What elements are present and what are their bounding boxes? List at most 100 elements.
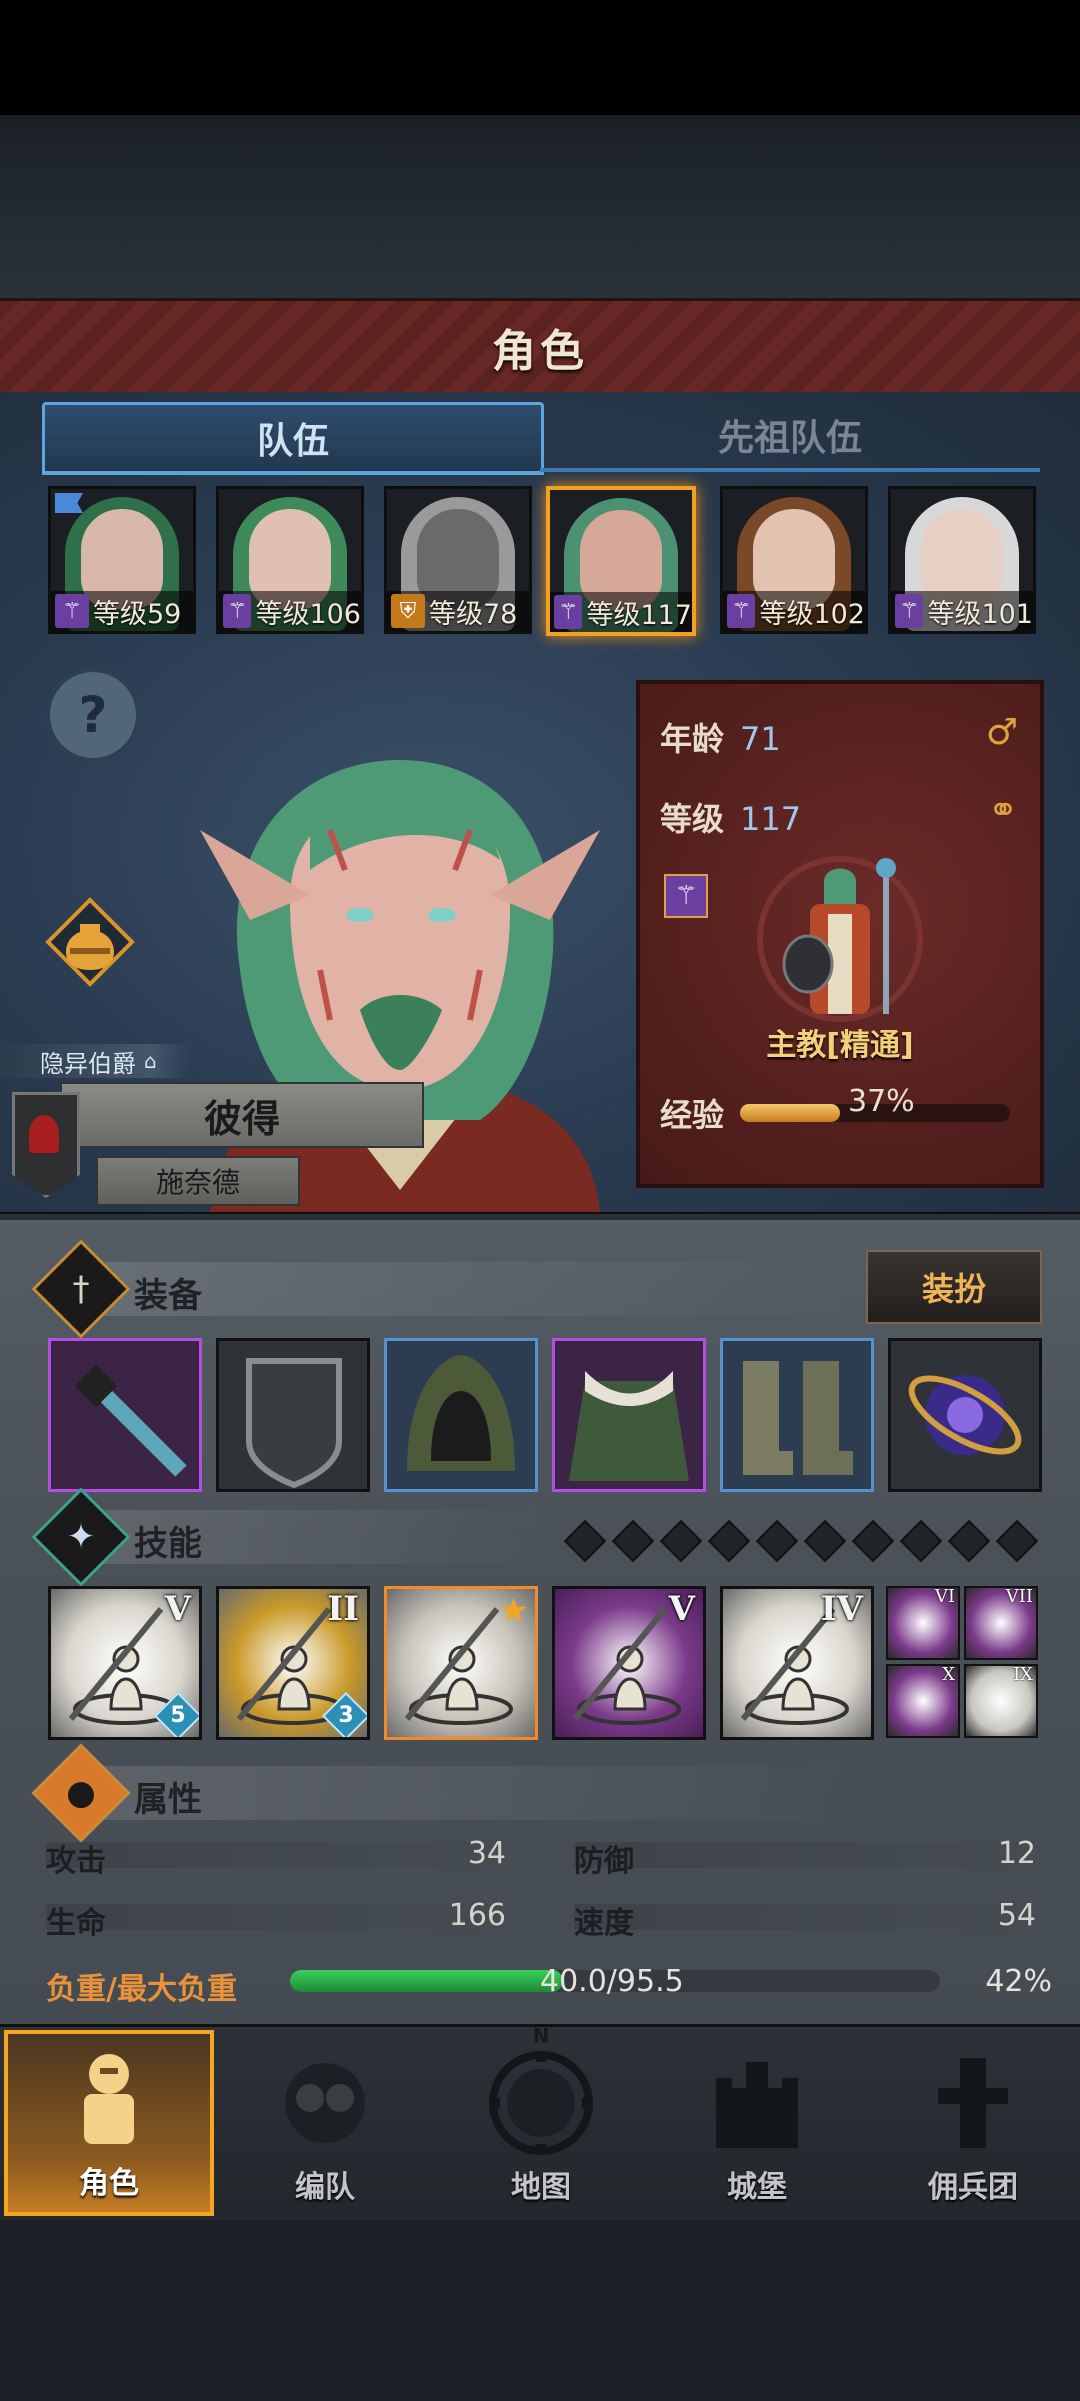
first-name-plate[interactable]: 彼得 — [60, 1082, 424, 1148]
passive-skill-rank: VII — [1005, 1586, 1033, 1607]
nav-item-label: 角色 — [79, 2166, 139, 2201]
class-icon: ⚚ — [55, 594, 89, 628]
skill-rank: V — [164, 1589, 191, 1629]
passive-skill-rank: VI — [934, 1586, 955, 1607]
party-member-portrait[interactable]: ⛨ 等级78 — [384, 486, 532, 634]
attack-value: 34 — [467, 1836, 506, 1871]
leader-flag-icon — [55, 493, 83, 513]
party-member-portrait[interactable]: ⚚ 等级117 — [546, 486, 696, 636]
bottom-filler — [0, 2220, 1080, 2401]
load-percent: 42% — [985, 1964, 1052, 1999]
home-icon: ⌂ — [144, 1049, 157, 1073]
hood-icon — [387, 1341, 535, 1489]
skill-rank: IV — [820, 1589, 863, 1629]
noble-title: 隐异伯爵 ⌂ — [0, 1044, 190, 1078]
nav-item-label: 地图 — [511, 2170, 571, 2205]
passive-skill-slot[interactable]: VI — [886, 1586, 960, 1660]
nav-item-label: 佣兵团 — [928, 2170, 1018, 2205]
status-bar-area — [0, 0, 1080, 115]
tab-ancestor-party[interactable]: 先祖队伍 — [540, 402, 1040, 472]
rings-icon[interactable]: ⚭ — [988, 790, 1018, 831]
nav-item[interactable]: N 地图 — [436, 2024, 646, 2216]
class-icon: ⚚ — [223, 594, 252, 628]
speed-label: 速度 — [574, 1906, 634, 1941]
class-icon: ⚚ — [727, 594, 756, 628]
attack-label: 攻击 — [46, 1844, 106, 1879]
portrait-level-bar: ⛨ 等级78 — [387, 591, 529, 631]
skill-level-badge-text: 3 — [338, 1703, 354, 1728]
compass-north-label: N — [532, 2024, 550, 2048]
nav-item[interactable]: 城堡 — [652, 2030, 862, 2216]
nav-item[interactable]: 角色 — [4, 2030, 214, 2216]
nav-item[interactable]: 编队 — [220, 2030, 430, 2216]
hp-label: 生命 — [46, 1906, 106, 1941]
boots-icon — [723, 1341, 871, 1489]
equipment-slot-shield[interactable] — [216, 1338, 370, 1492]
level-label: 等级 — [660, 800, 725, 838]
equipment-slot-hood[interactable] — [384, 1338, 538, 1492]
star-icon: ★ — [498, 1591, 529, 1631]
portrait-level-bar: ⚚ 等级102 — [723, 591, 865, 631]
skill-rank: V — [668, 1589, 695, 1629]
hp-value: 166 — [448, 1898, 506, 1933]
noble-title-text: 隐异伯爵 — [40, 1049, 136, 1078]
class-icon: ⚚ — [554, 595, 583, 629]
nav-item-label: 城堡 — [727, 2170, 787, 2205]
load-value: 40.0/95.5 — [540, 1964, 684, 1999]
class-figure — [757, 856, 923, 1022]
party-member-portrait[interactable]: ⚚ 等级102 — [720, 486, 868, 634]
party-member-portrait[interactable]: ⚚ 等级101 — [888, 486, 1036, 634]
fur-coat-icon — [555, 1341, 703, 1489]
party-member-portrait[interactable]: ⚚ 等级106 — [216, 486, 364, 634]
equipment-slot-fur-coat[interactable] — [552, 1338, 706, 1492]
last-name-plate: 施奈德 — [96, 1156, 300, 1206]
exp-percent: 37% — [848, 1084, 915, 1119]
skill-rank: II — [327, 1589, 359, 1629]
passive-skill-slot[interactable]: VII — [964, 1586, 1038, 1660]
compass-map-icon — [486, 2048, 596, 2158]
skill-slot[interactable]: V5 — [48, 1586, 202, 1740]
skill-slot[interactable]: II 3 — [216, 1586, 370, 1740]
portrait-level-bar: ⚚ 等级101 — [891, 591, 1033, 631]
equipment-title: 装备 — [134, 1276, 202, 1316]
equipment-slot-staff[interactable] — [48, 1338, 202, 1492]
tab-party[interactable]: 队伍 — [42, 402, 544, 475]
level-row: 等级 117 — [660, 794, 801, 840]
attributes-title: 属性 — [134, 1780, 202, 1820]
portrait-level-text: 等级59 — [93, 598, 182, 630]
equipment-slot-orb-trinket[interactable] — [888, 1338, 1042, 1492]
portrait-level-bar: ⚚ 等级117 — [550, 592, 692, 632]
skill-slot[interactable]: V — [552, 1586, 706, 1740]
nav-item[interactable]: 佣兵团 — [868, 2030, 1078, 2216]
skill-slot[interactable]: ★ — [384, 1586, 538, 1740]
skill-slot[interactable]: IV — [720, 1586, 874, 1740]
page-title: 角色 — [492, 326, 588, 377]
class-name: 主教[精通] — [766, 1028, 914, 1063]
age-value: 71 — [740, 720, 781, 758]
character-info-card: 年龄 71 ♂ 等级 117 ⚭ ⚚ 主教[精通] 经验 37% — [636, 680, 1044, 1188]
portrait-level-text: 等级101 — [927, 598, 1033, 630]
skills-title: 技能 — [134, 1524, 202, 1564]
passive-skill-slot[interactable]: X — [886, 1664, 960, 1738]
skill-level-badge-text: 5 — [170, 1703, 186, 1728]
equipment-slot-boots[interactable] — [720, 1338, 874, 1492]
portrait-level-text: 等级102 — [759, 598, 865, 630]
portrait-level-text: 等级117 — [586, 599, 692, 631]
potion-icon[interactable] — [44, 896, 136, 988]
knight-icon — [54, 2044, 164, 2154]
nav-item-label: 编队 — [295, 2170, 355, 2205]
passive-skill-rank: X — [942, 1664, 955, 1685]
passive-skill-slot[interactable]: IX — [964, 1664, 1038, 1738]
help-icon[interactable]: ? — [46, 668, 140, 762]
exp-bar-fill — [740, 1104, 840, 1122]
class-staff-icon: ⚚ — [664, 874, 708, 918]
defense-label: 防御 — [574, 1844, 634, 1879]
dress-up-button[interactable]: 装扮 — [866, 1250, 1042, 1324]
age-label: 年龄 — [660, 720, 725, 758]
portrait-level-bar: ⚚ 等级106 — [219, 591, 361, 631]
class-icon: ⚚ — [895, 594, 924, 628]
party-member-portrait[interactable]: ⚚ 等级59 — [48, 486, 196, 634]
formation-icon — [270, 2048, 380, 2158]
mercenary-icon — [918, 2048, 1028, 2158]
class-icon: ⛨ — [391, 594, 425, 628]
